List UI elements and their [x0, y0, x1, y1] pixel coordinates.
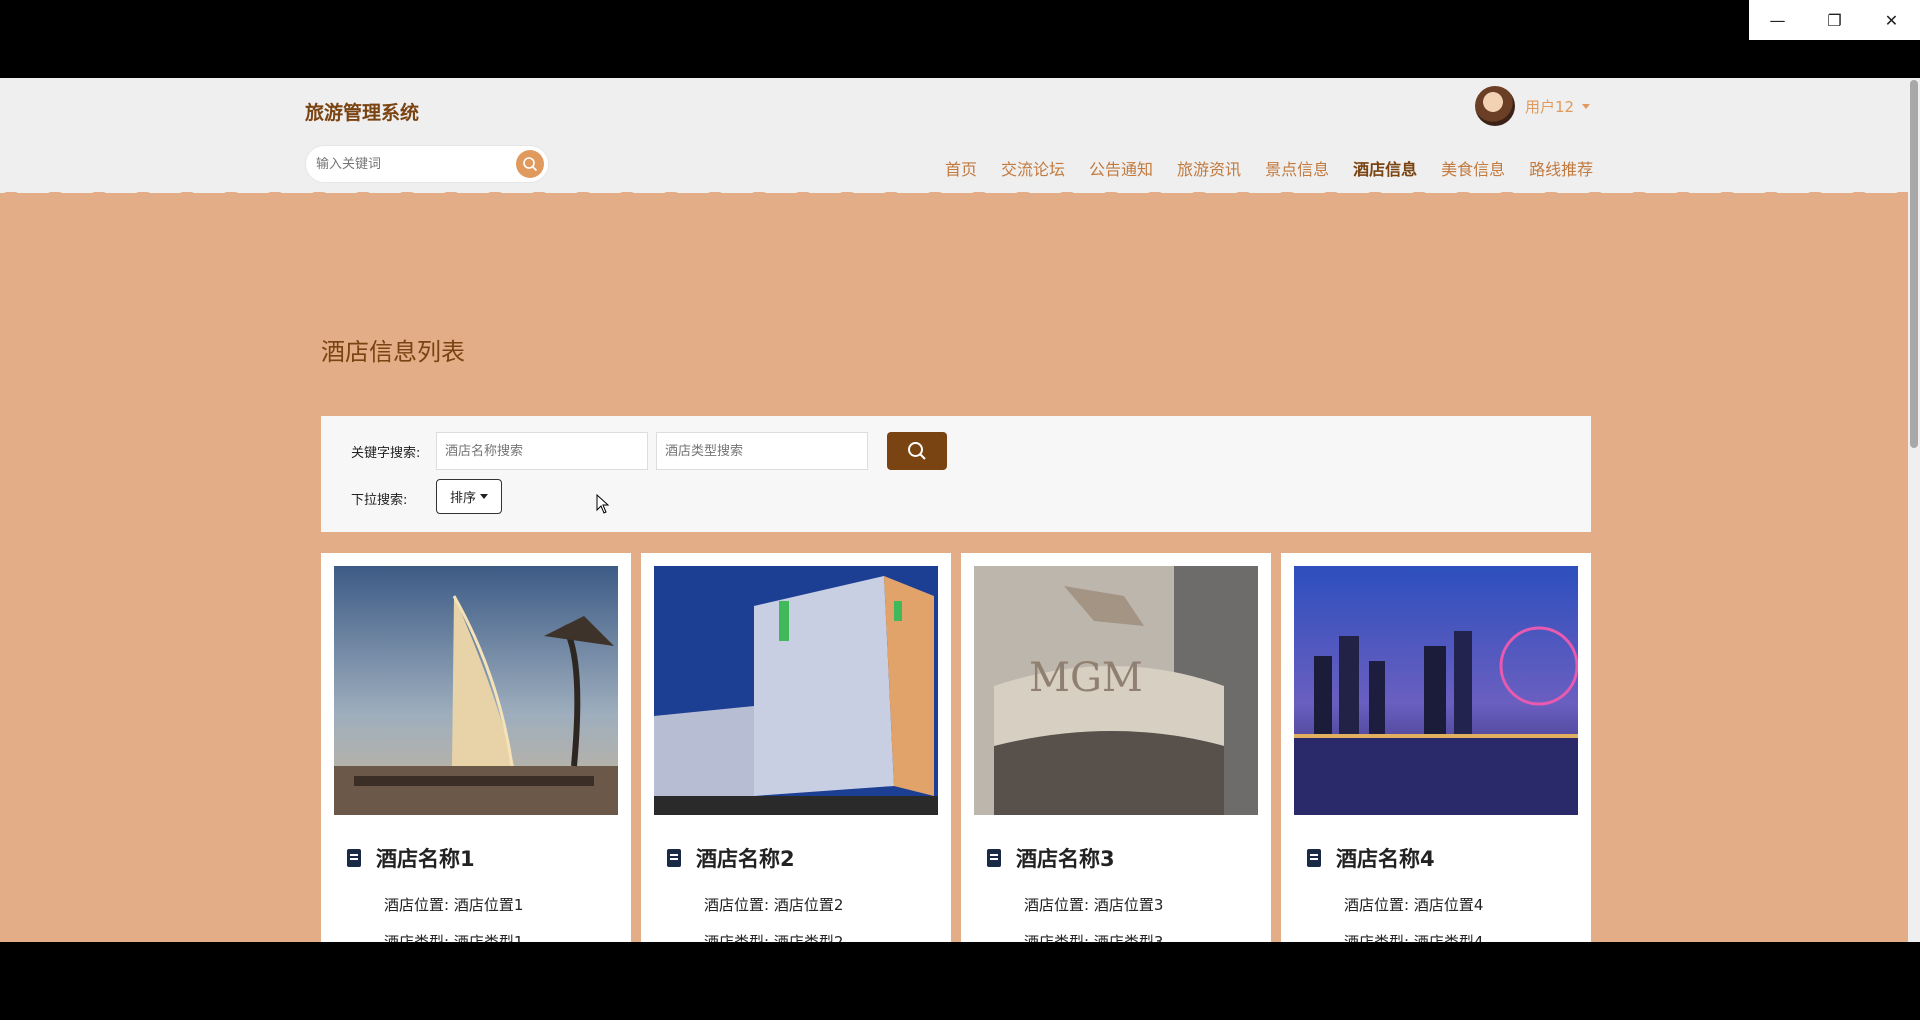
user-name: 用户12 [1525, 97, 1575, 116]
window-titlebar: — ❐ ✕ [0, 0, 1920, 78]
hotel-location: 酒店位置: 酒店位置3 [1024, 896, 1164, 914]
main-nav: 首页 交流论坛 公告通知 旅游资讯 景点信息 酒店信息 美食信息 路线推荐 [945, 156, 1617, 180]
dropdown-search-label: 下拉搜索: [351, 493, 408, 508]
hotel-type: 酒店类型: 酒店类型3 [1024, 933, 1164, 942]
hotel-card[interactable]: 酒店名称4 酒店位置: 酒店位置4 酒店类型: 酒店类型4 [1281, 553, 1591, 942]
hotel-name-text[interactable]: 酒店名称3 [1016, 843, 1115, 873]
search-icon [523, 157, 538, 172]
header-wave-divider [0, 186, 1908, 206]
sort-dropdown[interactable]: 排序 [436, 479, 502, 514]
hotel-name: 酒店名称4 [1306, 843, 1435, 873]
hotel-location: 酒店位置: 酒店位置2 [704, 896, 844, 914]
scrollbar-thumb[interactable] [1910, 80, 1918, 448]
hotel-image[interactable] [1294, 566, 1578, 815]
hotel-type: 酒店类型: 酒店类型1 [384, 933, 524, 942]
browser-viewport: 旅游管理系统 用户12 首页 交流论坛 公告通知 旅游资讯 景点信息 酒店信息 … [0, 78, 1920, 942]
document-icon [1307, 849, 1321, 867]
hotel-card[interactable]: 酒店名称1 酒店位置: 酒店位置1 酒店类型: 酒店类型1 [321, 553, 631, 942]
hotel-type: 酒店类型: 酒店类型4 [1344, 933, 1484, 942]
minimize-button[interactable]: — [1749, 0, 1806, 40]
document-icon [987, 849, 1001, 867]
close-button[interactable]: ✕ [1863, 0, 1920, 40]
nav-notices[interactable]: 公告通知 [1089, 156, 1153, 180]
header-search-button[interactable] [516, 150, 544, 178]
svg-text:MGM: MGM [1029, 655, 1143, 701]
hotel-name-text[interactable]: 酒店名称1 [376, 843, 475, 873]
hotel-name: 酒店名称2 [666, 843, 795, 873]
hotel-name-input[interactable] [436, 432, 648, 470]
hotel-type-input[interactable] [656, 432, 868, 470]
hotel-type: 酒店类型: 酒店类型2 [704, 933, 844, 942]
hotel-name-text[interactable]: 酒店名称4 [1336, 843, 1435, 873]
hotel-location: 酒店位置: 酒店位置4 [1344, 896, 1484, 914]
keyword-search-label: 关键字搜索: [351, 446, 421, 461]
hotel-card[interactable]: MGM 酒店名称3 酒店位置: 酒店位置3 酒店类型: 酒店类型3 [961, 553, 1271, 942]
search-icon [908, 442, 926, 460]
close-icon: ✕ [1884, 10, 1899, 30]
hotel-image[interactable]: MGM [974, 566, 1258, 815]
minimize-icon: — [1769, 10, 1786, 30]
document-icon [347, 849, 361, 867]
nav-food[interactable]: 美食信息 [1441, 156, 1505, 180]
header-search [305, 145, 549, 183]
page-title: 酒店信息列表 [321, 338, 465, 366]
site-header: 旅游管理系统 用户12 首页 交流论坛 公告通知 旅游资讯 景点信息 酒店信息 … [0, 78, 1908, 193]
nav-attractions[interactable]: 景点信息 [1265, 156, 1329, 180]
sort-dropdown-label: 排序 [449, 491, 476, 506]
mouse-cursor-icon [596, 494, 610, 514]
window-controls: — ❐ ✕ [1749, 0, 1920, 40]
restore-button[interactable]: ❐ [1806, 0, 1863, 40]
document-icon [667, 849, 681, 867]
filter-search-button[interactable] [887, 432, 947, 470]
nav-routes[interactable]: 路线推荐 [1529, 156, 1593, 180]
hotel-name: 酒店名称3 [986, 843, 1115, 873]
avatar [1475, 86, 1515, 126]
chevron-down-icon [1582, 103, 1591, 109]
hotel-image[interactable] [334, 566, 618, 815]
hotel-name: 酒店名称1 [346, 843, 475, 873]
nav-travel-news[interactable]: 旅游资讯 [1177, 156, 1241, 180]
nav-hotels[interactable]: 酒店信息 [1353, 156, 1417, 180]
site-brand[interactable]: 旅游管理系统 [305, 98, 419, 125]
caret-down-icon [480, 494, 488, 499]
header-search-input[interactable] [306, 146, 496, 182]
restore-icon: ❐ [1827, 10, 1842, 30]
hotel-location: 酒店位置: 酒店位置1 [384, 896, 524, 914]
user-menu[interactable]: 用户12 [1475, 86, 1591, 126]
search-filter-panel: 关键字搜索: 下拉搜索: 排序 [321, 416, 1591, 532]
hotel-card[interactable]: 酒店名称2 酒店位置: 酒店位置2 酒店类型: 酒店类型2 [641, 553, 951, 942]
vertical-scrollbar[interactable] [1908, 78, 1920, 942]
nav-home[interactable]: 首页 [945, 156, 977, 180]
hotel-image[interactable] [654, 566, 938, 815]
nav-forum[interactable]: 交流论坛 [1001, 156, 1065, 180]
bottom-black-bar [0, 942, 1920, 1020]
hotel-name-text[interactable]: 酒店名称2 [696, 843, 795, 873]
